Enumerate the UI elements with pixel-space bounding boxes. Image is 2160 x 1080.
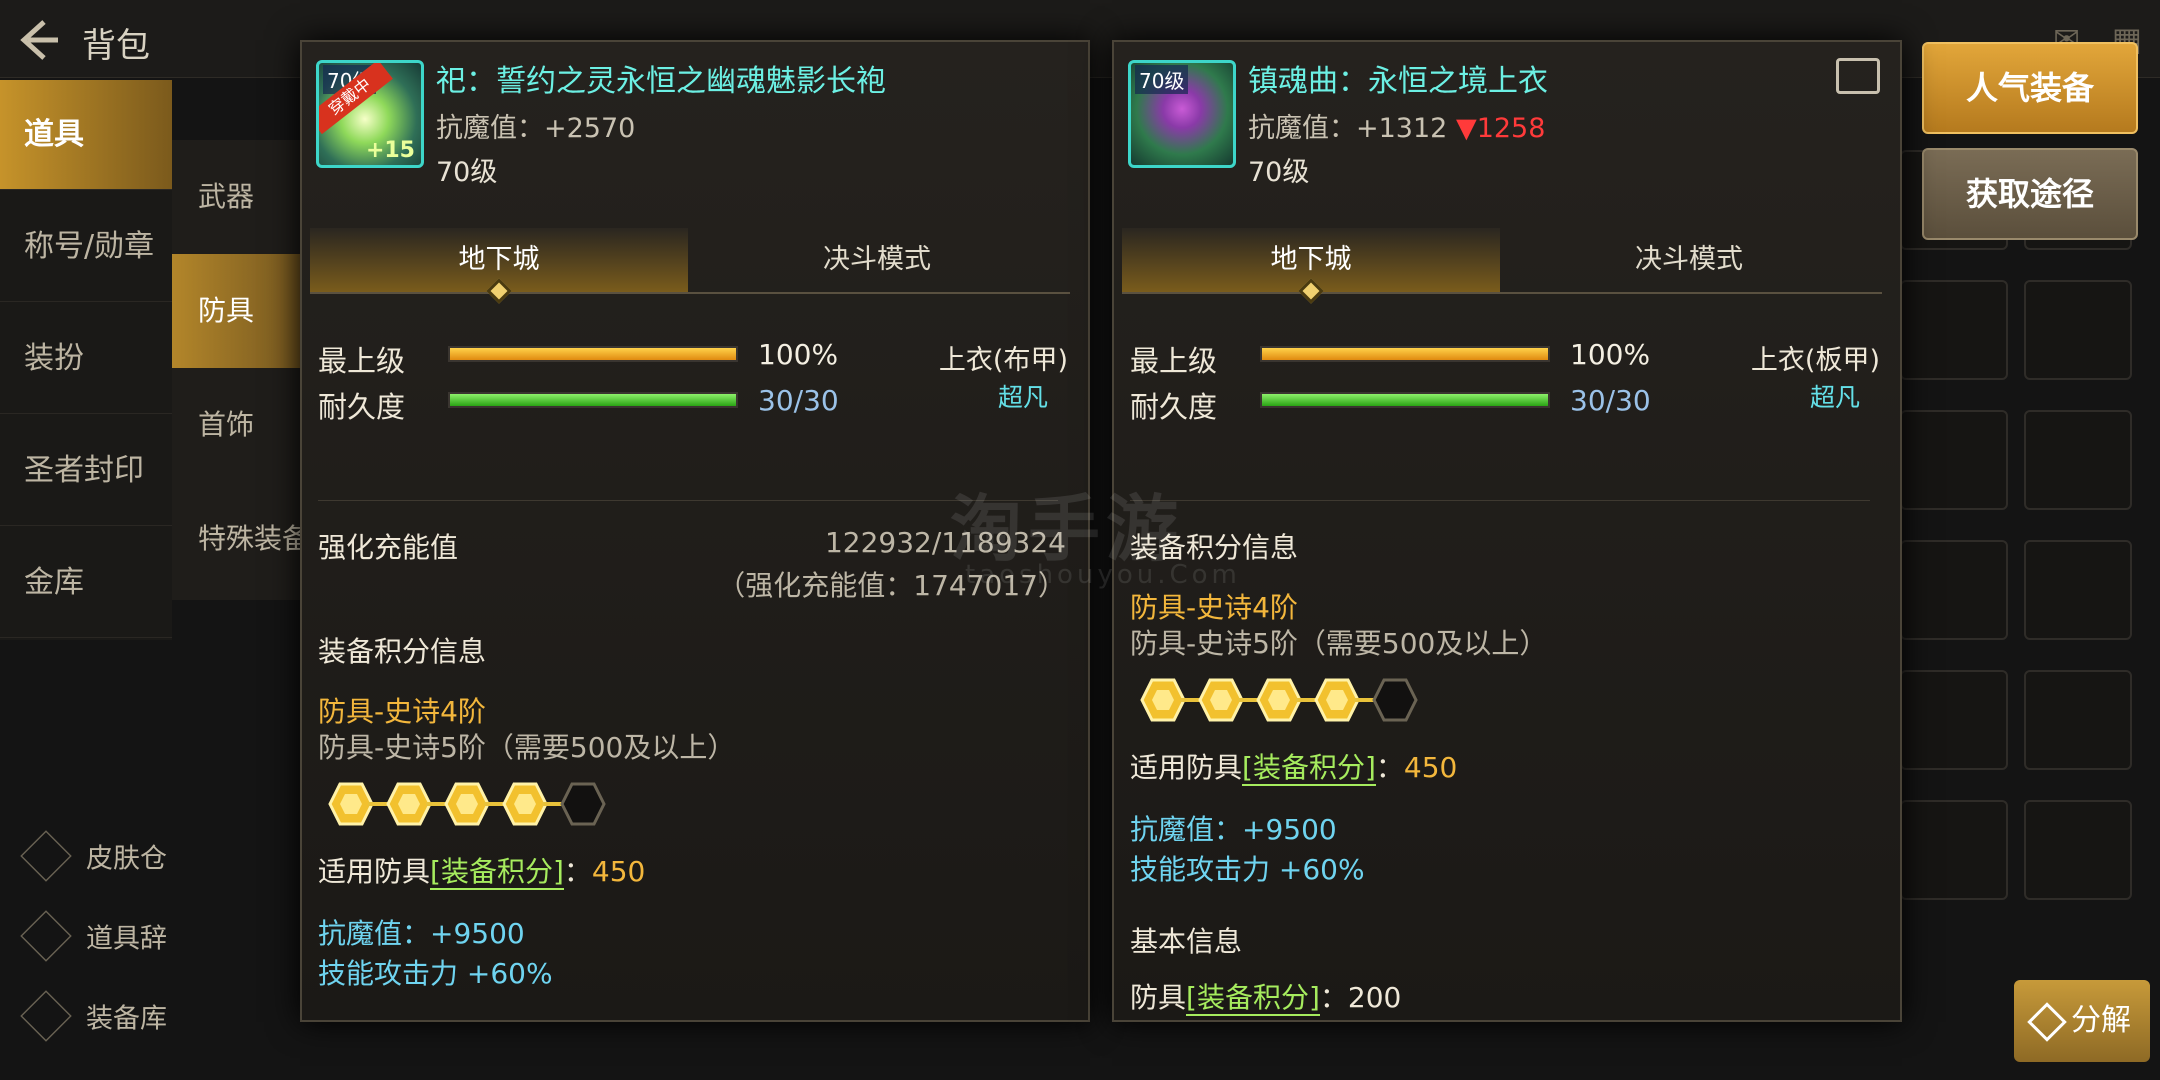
mode-tabs: 地下城 决斗模式 bbox=[310, 228, 1070, 304]
basic-score-row: 防具[装备积分]：200 bbox=[1130, 981, 1402, 1016]
durability-row: 耐久度 30/30 bbox=[1130, 384, 1651, 424]
compare-item-panel: 70级 镇魂曲：永恒之境上衣 抗魔值：+1312 ▼1258 70级 地下城 决… bbox=[1112, 40, 1902, 1022]
watermark-sub: taoshouyou.Com bbox=[965, 560, 1241, 590]
brush-icon bbox=[20, 830, 72, 882]
inventory-slot[interactable] bbox=[1900, 410, 2008, 510]
durability-bar bbox=[1260, 392, 1550, 408]
equipped-item-icon: 70级 穿戴中 +15 bbox=[316, 60, 424, 168]
dictionary-icon bbox=[20, 910, 72, 962]
rarity-label: 超凡 bbox=[1809, 383, 1860, 412]
nav-item-vault[interactable]: 金库 bbox=[0, 528, 172, 638]
nav-item-props[interactable]: 道具 bbox=[0, 80, 172, 190]
tab-pvp[interactable]: 决斗模式 bbox=[688, 228, 1066, 292]
grade-value: 100% bbox=[1570, 338, 1651, 371]
compare-item-icon: 70级 bbox=[1128, 60, 1236, 168]
inventory-slot[interactable] bbox=[1900, 280, 2008, 380]
mode-tabs: 地下城 决斗模式 bbox=[1122, 228, 1882, 304]
item-resist: 抗魔值：+1312 ▼1258 bbox=[1248, 113, 1546, 144]
score-row: 适用防具[装备积分]：450 bbox=[1130, 751, 1458, 786]
grade-bar bbox=[1260, 346, 1550, 362]
inventory-slot[interactable] bbox=[2024, 800, 2132, 900]
sub-nav: 武器 防具 首饰 特殊装备 bbox=[172, 140, 322, 600]
skin-storage-button[interactable]: 皮肤仓 bbox=[20, 830, 200, 890]
item-level: 70级 bbox=[1248, 157, 1310, 188]
left-nav: 道具 称号/勋章 装扮 圣者封印 金库 bbox=[0, 80, 172, 640]
equipment-library-button[interactable]: 装备库 bbox=[20, 990, 200, 1050]
divider bbox=[318, 500, 1058, 501]
resist-diff: ▼1258 bbox=[1455, 113, 1546, 144]
bonus-skill: 技能攻击力 +60% bbox=[318, 957, 553, 990]
enhance-count: +15 bbox=[365, 138, 415, 163]
durability-value: 30/30 bbox=[1570, 384, 1651, 417]
tier-hex-empty-icon bbox=[1372, 678, 1418, 722]
item-level: 70级 bbox=[436, 157, 498, 188]
inventory-slot[interactable] bbox=[2024, 670, 2132, 770]
grade-row: 最上级 100% bbox=[318, 338, 839, 378]
inventory-slot[interactable] bbox=[2024, 280, 2132, 380]
grade-bar bbox=[448, 346, 738, 362]
slot-type: 上衣(板甲) bbox=[1750, 345, 1880, 376]
bonus-resist: 抗魔值：+9500 bbox=[1130, 813, 1337, 846]
tier-next: 防具-史诗5阶（需要500及以上） bbox=[1130, 627, 1548, 660]
armor-icon bbox=[20, 990, 72, 1042]
share-icon[interactable] bbox=[1836, 58, 1880, 94]
inventory-slot[interactable] bbox=[2024, 410, 2132, 510]
inventory-slot[interactable] bbox=[1900, 540, 2008, 640]
grade-row: 最上级 100% bbox=[1130, 338, 1651, 378]
inventory-grid bbox=[1900, 150, 2160, 970]
item-resist: 抗魔值：+2570 bbox=[436, 113, 636, 144]
nav-item-titles[interactable]: 称号/勋章 bbox=[0, 192, 172, 302]
tier-current: 防具-史诗4阶 bbox=[318, 695, 486, 728]
basic-section-title: 基本信息 bbox=[1130, 925, 1243, 958]
obtain-source-button[interactable]: 获取途径 bbox=[1922, 148, 2138, 240]
item-name: 镇魂曲：永恒之境上衣 bbox=[1248, 64, 1548, 99]
tier-hex-empty-icon bbox=[560, 782, 606, 826]
charge-label: 强化充能值 bbox=[318, 531, 459, 564]
tab-pvp[interactable]: 决斗模式 bbox=[1500, 228, 1878, 292]
durability-row: 耐久度 30/30 bbox=[318, 384, 839, 424]
score-row: 适用防具[装备积分]：450 bbox=[318, 855, 646, 890]
inventory-slot[interactable] bbox=[1900, 670, 2008, 770]
page-title: 背包 bbox=[82, 26, 150, 66]
rarity-label: 超凡 bbox=[997, 383, 1048, 412]
arrow-left-icon bbox=[20, 20, 58, 60]
durability-value: 30/30 bbox=[758, 384, 839, 417]
item-name: 祀：誓约之灵永恒之幽魂魅影长袍 bbox=[436, 64, 886, 99]
nav-item-seal[interactable]: 圣者封印 bbox=[0, 416, 172, 526]
back-button[interactable] bbox=[14, 14, 66, 66]
nav-item-outfit[interactable]: 装扮 bbox=[0, 304, 172, 414]
bonus-resist: 抗魔值：+9500 bbox=[318, 917, 525, 950]
durability-bar bbox=[448, 392, 738, 408]
inventory-slot[interactable] bbox=[1900, 800, 2008, 900]
decompose-button[interactable]: 分解 bbox=[2014, 980, 2150, 1062]
item-dictionary-button[interactable]: 道具辞 bbox=[20, 910, 200, 970]
divider bbox=[1130, 500, 1870, 501]
decompose-icon bbox=[2027, 1001, 2067, 1042]
tier-next: 防具-史诗5阶（需要500及以上） bbox=[318, 731, 736, 764]
popular-equipment-button[interactable]: 人气装备 bbox=[1922, 42, 2138, 134]
bonus-skill: 技能攻击力 +60% bbox=[1130, 853, 1365, 886]
grade-value: 100% bbox=[758, 338, 839, 371]
slot-type: 上衣(布甲) bbox=[938, 345, 1068, 376]
inventory-slot[interactable] bbox=[2024, 540, 2132, 640]
score-section-title: 装备积分信息 bbox=[318, 635, 487, 668]
tier-current: 防具-史诗4阶 bbox=[1130, 591, 1298, 624]
